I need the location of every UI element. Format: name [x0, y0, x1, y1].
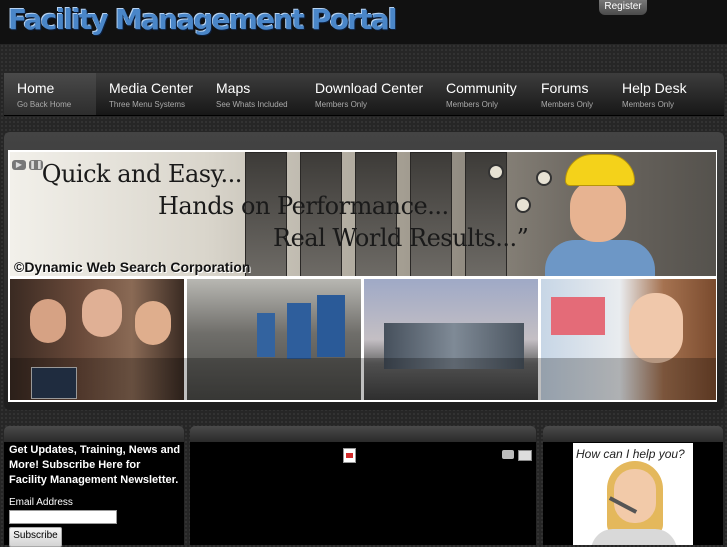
slide-thumbnail-selector[interactable] — [31, 367, 77, 399]
help-header — [543, 426, 723, 442]
nav-item-maps[interactable]: Maps See Whats Included — [203, 73, 302, 115]
gauge-image — [515, 197, 531, 213]
subscribe-button[interactable]: Subscribe — [9, 527, 62, 547]
site-title[interactable]: Facility Management Portal — [8, 3, 397, 36]
slide-caption-strip — [10, 358, 716, 400]
support-agent-body-image — [591, 529, 677, 545]
nav-item-forums[interactable]: Forums Members Only — [528, 73, 609, 115]
pause-icon[interactable]: ❚❚ — [29, 160, 43, 170]
slide-banner-image: “Quick and Easy... Hands on Performance.… — [10, 152, 716, 276]
email-icon[interactable] — [518, 450, 532, 461]
nav-item-label: Help Desk — [622, 80, 687, 96]
nav-item-subtitle: Members Only — [315, 100, 368, 109]
slide-quote-line: “Quick and Easy... — [30, 160, 242, 188]
nav-item-media-center[interactable]: Media Center Three Menu Systems — [96, 73, 203, 115]
main-navigation: Home Go Back Home Media Center Three Men… — [4, 73, 724, 115]
nav-item-label: Community — [446, 80, 517, 96]
nav-item-label: Forums — [541, 80, 589, 96]
help-prompt: How can I help you? — [576, 447, 685, 461]
nav-item-subtitle: Members Only — [446, 100, 499, 109]
nav-item-community[interactable]: Community Members Only — [433, 73, 528, 115]
content-header — [190, 426, 536, 442]
worker-face-image — [570, 180, 626, 242]
nav-item-label: Home — [17, 80, 55, 96]
support-agent-face-image — [614, 469, 656, 523]
nav-item-subtitle: See Whats Included — [216, 100, 288, 109]
hard-hat-image — [565, 154, 635, 186]
pdf-icon[interactable] — [343, 448, 356, 463]
slide-quote-line: Real World Results...” — [273, 224, 529, 252]
nav-item-subtitle: Members Only — [622, 100, 675, 109]
nav-item-label: Media Center — [109, 80, 194, 96]
nav-item-subtitle: Go Back Home — [17, 100, 72, 109]
nav-item-label: Download Center — [315, 80, 424, 96]
content-panel — [190, 442, 536, 545]
nav-item-label: Maps — [216, 80, 251, 96]
gauge-image — [536, 170, 552, 186]
email-input[interactable] — [9, 510, 117, 524]
nav-item-subtitle: Three Menu Systems — [109, 100, 186, 109]
slideshow-controls: ▶ ❚❚ — [12, 154, 48, 170]
newsletter-description: Get Updates, Training, News and More! Su… — [9, 444, 181, 486]
nav-item-home[interactable]: Home Go Back Home — [4, 73, 96, 115]
email-label: Email Address — [9, 497, 73, 508]
slide-copyright: ©Dynamic Web Search Corporation — [14, 259, 251, 275]
play-icon[interactable]: ▶ — [12, 160, 26, 170]
nav-item-subtitle: Members Only — [541, 100, 594, 109]
print-icon[interactable] — [502, 450, 514, 459]
nav-item-help-desk[interactable]: Help Desk Members Only — [609, 73, 709, 115]
newsletter-header — [4, 426, 184, 442]
gauge-image — [488, 164, 504, 180]
register-button[interactable]: Register — [599, 0, 647, 15]
help-widget[interactable]: How can I help you? — [573, 443, 693, 545]
nav-item-download-center[interactable]: Download Center Members Only — [302, 73, 433, 115]
worker-image — [545, 240, 655, 276]
slide-quote-line: Hands on Performance... — [158, 192, 449, 220]
